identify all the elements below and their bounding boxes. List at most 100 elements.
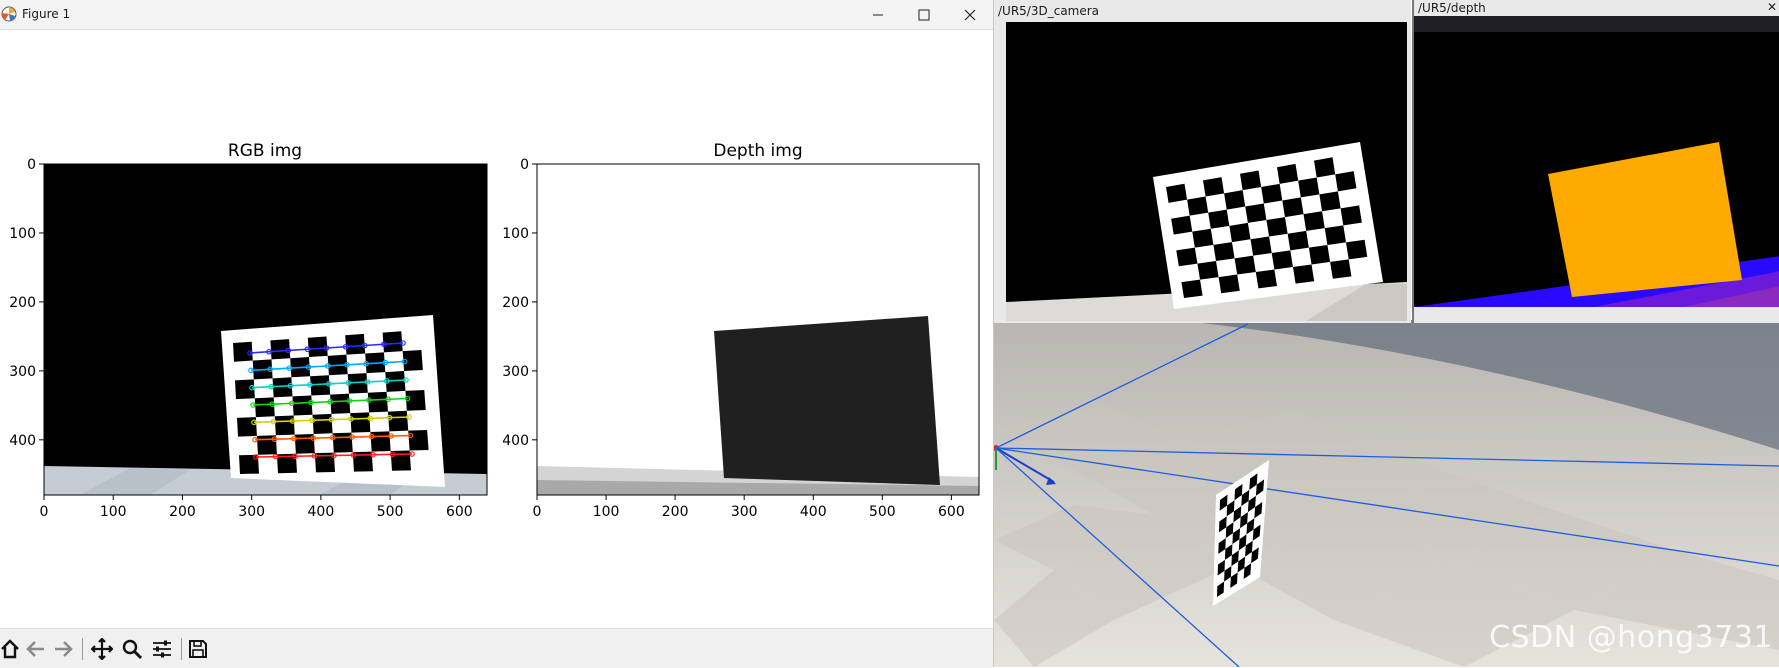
board-square <box>1213 242 1235 261</box>
board-square <box>330 393 351 414</box>
depth-view-panel[interactable]: /UR5/depth ✕ <box>1412 0 1779 323</box>
y-tick-label: 200 <box>9 295 36 311</box>
board-square <box>1277 163 1299 184</box>
pan-button[interactable] <box>89 636 115 662</box>
x-tick-label: 200 <box>169 504 196 520</box>
rgb-image-plot[interactable]: RGB img 0 100 200 300 400 500 600 0 100 200 300 40… <box>0 130 495 530</box>
depth-plot-title: Depth img <box>713 141 802 161</box>
camera-view-panel[interactable]: /UR5/3D_camera <box>994 0 1411 323</box>
board-square <box>1224 190 1246 210</box>
y-tick-label: 300 <box>502 364 529 380</box>
board-square <box>1330 259 1352 279</box>
board-square <box>387 410 409 432</box>
y-tick-label: 0 <box>520 157 529 173</box>
board-square <box>1176 247 1198 267</box>
board-square <box>1282 197 1304 218</box>
camera-panel-title: /UR5/3D_camera <box>998 4 1100 18</box>
board-square <box>1335 171 1357 192</box>
board-square <box>370 431 391 452</box>
rgb-y-axis: 0 100 200 300 400 <box>9 157 44 449</box>
x-tick-label: 400 <box>800 504 827 520</box>
toolbar-separator <box>181 638 182 660</box>
window-title: Figure 1 <box>22 7 71 21</box>
board-square <box>1266 217 1288 237</box>
home-icon <box>1 639 19 659</box>
forward-icon <box>55 641 73 657</box>
rgb-plot-title: RGB img <box>228 141 302 161</box>
minimize-icon <box>873 14 883 15</box>
title-bar[interactable]: Figure 1 <box>0 0 993 30</box>
board-square <box>1271 250 1293 270</box>
board-square <box>1192 228 1214 248</box>
zoom-icon <box>122 639 143 660</box>
board-square <box>332 432 353 453</box>
board-square <box>1324 225 1346 246</box>
camera-view <box>1006 22 1407 321</box>
zoom-button[interactable] <box>119 636 145 662</box>
rgb-x-axis: 0 100 200 300 400 500 600 <box>40 495 473 520</box>
save-button[interactable] <box>185 636 211 662</box>
board-square <box>1308 245 1331 265</box>
board-square <box>1319 191 1341 212</box>
board-square <box>1245 203 1267 223</box>
close-button[interactable] <box>947 0 993 29</box>
x-tick-label: 100 <box>100 504 127 520</box>
navigation-toolbar <box>0 628 993 668</box>
maximize-button[interactable] <box>901 0 947 29</box>
board-square <box>1229 222 1251 243</box>
board-square <box>254 397 275 418</box>
configure-subplots-button[interactable] <box>149 636 175 662</box>
board-square <box>345 333 366 355</box>
board-square <box>1314 157 1336 178</box>
depth-image-plot[interactable]: Depth img 0 100 200 300 400 500 600 0 100 200 300… <box>495 130 990 530</box>
y-tick-label: 300 <box>9 364 36 380</box>
x-tick-label: 500 <box>377 504 404 520</box>
board-square <box>239 454 259 474</box>
pan-icon <box>91 638 113 660</box>
y-tick-label: 200 <box>502 295 529 311</box>
watermark: CSDN @hong3731 <box>1489 620 1773 655</box>
depth-view <box>1414 16 1779 307</box>
board-square <box>1181 279 1203 298</box>
x-tick-label: 400 <box>308 504 335 520</box>
board-square <box>256 435 277 455</box>
board-square <box>350 412 371 433</box>
x-tick-label: 0 <box>40 504 49 520</box>
board-square <box>1303 211 1325 231</box>
depth-image <box>537 164 979 495</box>
close-icon <box>964 9 976 20</box>
configure-subplots-icon <box>153 640 171 658</box>
board-square <box>292 395 313 416</box>
y-tick-label: 100 <box>502 226 529 242</box>
x-tick-label: 300 <box>731 504 758 520</box>
board-square <box>1340 205 1362 226</box>
home-button[interactable] <box>0 636 23 662</box>
board-square <box>1292 264 1315 284</box>
x-tick-label: 0 <box>533 504 542 520</box>
depth-y-axis: 0 100 200 300 400 <box>502 157 537 449</box>
board-square <box>1234 255 1256 275</box>
simulation-scene[interactable]: /UR5/3D_camera /UR5/depth ✕ CSDN @hong37… <box>994 0 1779 667</box>
y-tick-label: 100 <box>9 226 36 242</box>
depth-panel-close-icon[interactable]: ✕ <box>1767 0 1777 14</box>
x-tick-label: 600 <box>938 504 965 520</box>
x-tick-label: 600 <box>446 504 473 520</box>
maximize-icon <box>918 9 930 20</box>
y-tick-label: 0 <box>27 157 36 173</box>
board-square <box>1240 170 1262 191</box>
toolbar-separator <box>82 638 83 660</box>
board-square <box>1203 177 1225 197</box>
board-square <box>1218 274 1240 294</box>
back-button[interactable] <box>23 636 49 662</box>
board-square <box>402 350 423 372</box>
board-square <box>1346 239 1368 260</box>
depth-x-axis: 0 100 200 300 400 500 600 <box>533 495 965 520</box>
y-tick-label: 400 <box>502 433 529 449</box>
minimize-button[interactable] <box>855 0 901 29</box>
forward-button[interactable] <box>50 636 76 662</box>
back-icon <box>26 641 44 657</box>
board-square <box>1255 269 1277 289</box>
depth-panel-title: /UR5/depth <box>1418 1 1486 15</box>
x-tick-label: 200 <box>662 504 689 520</box>
board-square <box>1197 260 1219 280</box>
